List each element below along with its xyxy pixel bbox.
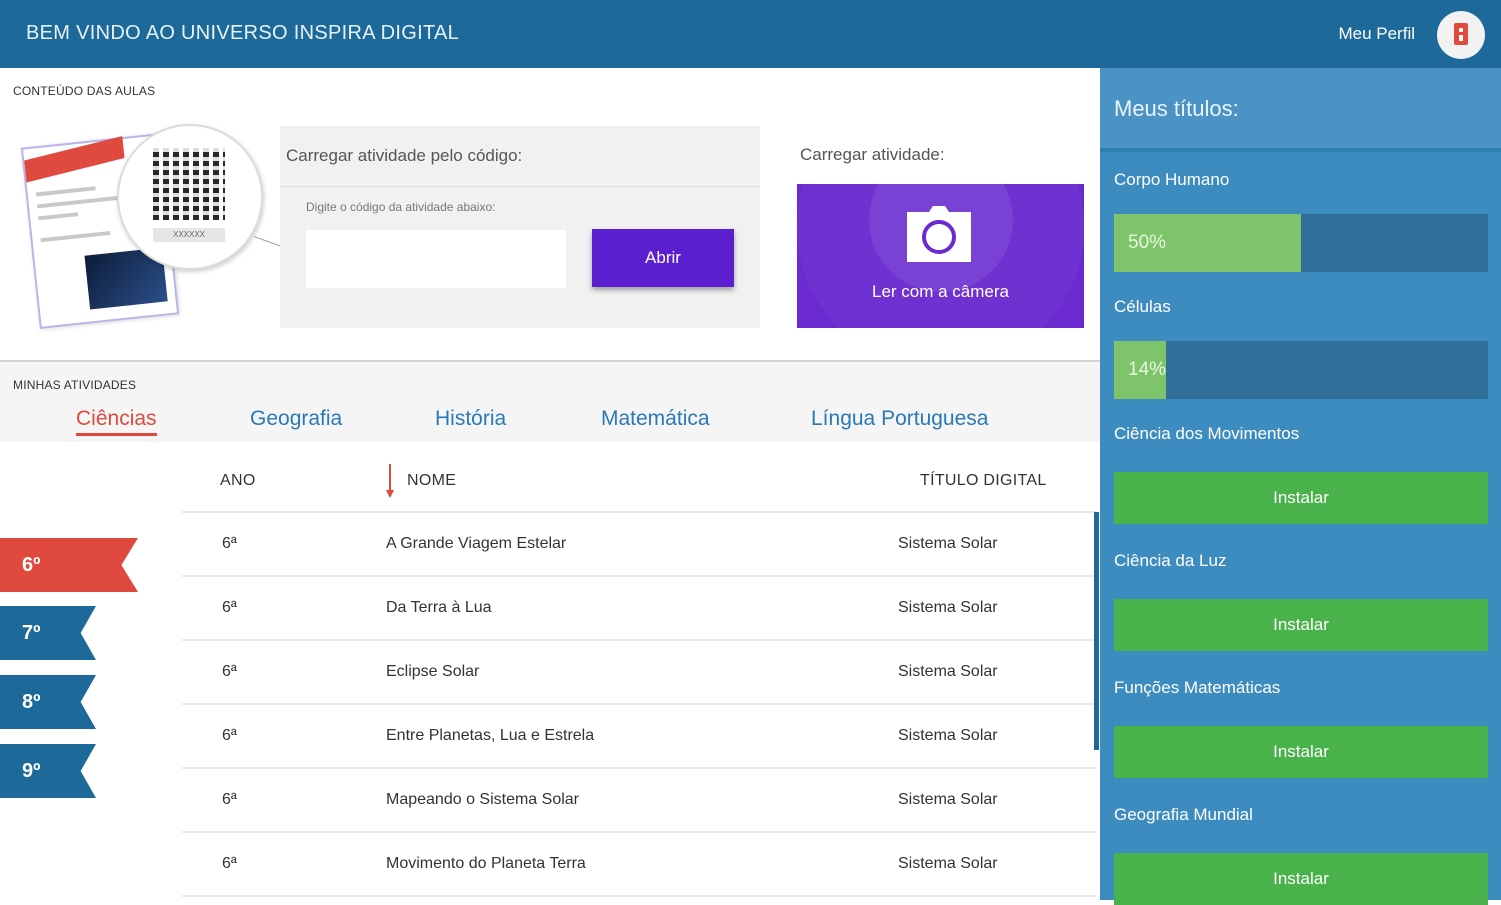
load-by-code-card: Carregar atividade pelo código: Digite o… <box>280 126 760 328</box>
qr-code-icon <box>153 148 225 220</box>
cell-titulo: Sistema Solar <box>898 855 998 872</box>
load-activity-label: Carregar atividade: <box>800 145 945 164</box>
title-progress-bar[interactable]: 50% <box>1114 214 1488 272</box>
qr-code-caption: XXXXXX <box>153 228 225 242</box>
card-divider <box>280 186 760 187</box>
read-with-camera-label: Ler com a câmera <box>872 282 1009 301</box>
cell-nome: Da Terra à Lua <box>386 599 492 616</box>
cell-nome: A Grande Viagem Estelar <box>386 535 567 552</box>
title-name: Corpo Humano <box>1114 170 1230 189</box>
table-row[interactable]: 6ª Entre Planetas, Lua e Estrela Sistema… <box>182 705 1096 769</box>
column-header-titulo-digital[interactable]: TÍTULO DIGITAL <box>920 472 1047 490</box>
app-title: BEM VINDO AO UNIVERSO INSPIRA DIGITAL <box>26 22 460 44</box>
table-row[interactable]: 6ª Movimento do Planeta Terra Sistema So… <box>182 833 1096 897</box>
table-row[interactable]: 6ª Mapeando o Sistema Solar Sistema Sola… <box>182 769 1096 833</box>
grade-tab-9[interactable]: 9º <box>0 744 96 798</box>
title-name: Ciência dos Movimentos <box>1114 424 1300 443</box>
top-header: BEM VINDO AO UNIVERSO INSPIRA DIGITAL Me… <box>0 0 1501 68</box>
install-button[interactable]: Instalar <box>1114 472 1488 524</box>
grade-tab-8[interactable]: 8º <box>0 675 96 729</box>
cell-nome: Mapeando o Sistema Solar <box>386 791 579 808</box>
sort-down-icon[interactable] <box>385 464 395 498</box>
column-header-nome[interactable]: NOME <box>407 472 456 490</box>
my-activities-heading: MINHAS ATIVIDADES <box>13 378 137 392</box>
cell-ano: 6ª <box>222 727 237 744</box>
lesson-content-heading: CONTEÚDO DAS AULAS <box>13 84 156 98</box>
title-name: Geografia Mundial <box>1114 805 1253 824</box>
tab-geografia[interactable]: Geografia <box>250 407 342 431</box>
cell-titulo: Sistema Solar <box>898 727 998 744</box>
open-button[interactable]: Abrir <box>592 229 734 287</box>
sidebar-title: Meus títulos: <box>1114 96 1239 121</box>
progress-percent: 14% <box>1128 359 1167 380</box>
cell-ano: 6ª <box>222 599 237 616</box>
my-titles-sidebar: Meus títulos: Corpo Humano 50% Células 1… <box>1100 68 1501 905</box>
tab-ciencias[interactable]: Ciências <box>76 407 157 436</box>
qr-magnifier: XXXXXX <box>117 124 263 270</box>
code-hint: Digite o código da atividade abaixo: <box>306 200 496 214</box>
install-button[interactable]: Instalar <box>1114 853 1488 905</box>
cell-titulo: Sistema Solar <box>898 791 998 808</box>
grade-tab-6[interactable]: 6º <box>0 538 138 592</box>
read-with-camera-button[interactable]: Ler com a câmera <box>797 184 1084 328</box>
table-row[interactable]: 6ª Eclipse Solar Sistema Solar <box>182 641 1096 705</box>
cell-nome: Movimento do Planeta Terra <box>386 855 586 872</box>
title-progress-bar[interactable]: 14% <box>1114 341 1488 399</box>
camera-icon <box>907 206 971 262</box>
cell-ano: 6ª <box>222 791 237 808</box>
tab-historia[interactable]: História <box>435 407 506 431</box>
tab-matematica[interactable]: Matemática <box>601 407 710 431</box>
qr-illustration: XXXXXX <box>20 118 320 333</box>
cell-ano: 6ª <box>222 855 237 872</box>
title-name: Células <box>1114 297 1171 316</box>
cell-titulo: Sistema Solar <box>898 535 998 552</box>
cell-titulo: Sistema Solar <box>898 663 998 680</box>
cell-titulo: Sistema Solar <box>898 599 998 616</box>
title-name: Ciência da Luz <box>1114 551 1227 570</box>
table-row[interactable]: 6ª Da Terra à Lua Sistema Solar <box>182 577 1096 641</box>
install-button[interactable]: Instalar <box>1114 599 1488 651</box>
column-header-ano[interactable]: ANO <box>220 472 256 490</box>
progress-percent: 50% <box>1128 232 1167 253</box>
cell-nome: Eclipse Solar <box>386 663 480 680</box>
load-by-code-title: Carregar atividade pelo código: <box>286 146 523 165</box>
install-button[interactable]: Instalar <box>1114 726 1488 778</box>
table-row[interactable]: 6ª A Grande Viagem Estelar Sistema Solar <box>182 513 1096 577</box>
profile-link[interactable]: Meu Perfil <box>1338 24 1415 44</box>
tab-lingua-portuguesa[interactable]: Língua Portuguesa <box>811 407 988 431</box>
sidebar-header: Meus títulos: <box>1100 68 1501 152</box>
activity-code-input[interactable] <box>306 230 566 288</box>
id-badge-icon <box>1454 23 1468 45</box>
cell-ano: 6ª <box>222 535 237 552</box>
profile-avatar[interactable] <box>1437 11 1485 59</box>
cell-ano: 6ª <box>222 663 237 680</box>
table-scrollbar[interactable] <box>1094 512 1099 750</box>
cell-nome: Entre Planetas, Lua e Estrela <box>386 727 595 744</box>
title-name: Funções Matemáticas <box>1114 678 1281 697</box>
grade-tab-7[interactable]: 7º <box>0 606 96 660</box>
